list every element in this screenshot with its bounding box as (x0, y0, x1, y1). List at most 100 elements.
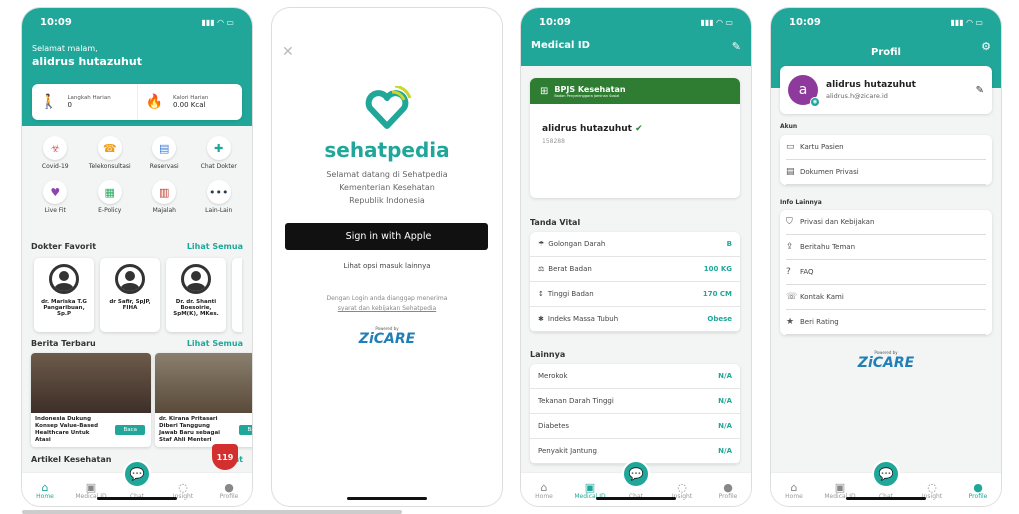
vital-row[interactable]: ⚖ Berat Badan 100 KG (530, 257, 740, 282)
menu-item-beri-rating[interactable]: ★ Beri Rating (786, 310, 986, 335)
read-button[interactable]: Baca (115, 425, 145, 435)
signal-icon: ▮▮▮ ◠ ▭ (201, 17, 235, 27)
vital-value: 170 CM (702, 290, 732, 298)
emergency-119-button[interactable]: 119 (212, 444, 238, 470)
menu-item-lain-lain[interactable]: ••• Lain-Lain (192, 180, 247, 214)
nav-home[interactable]: ⌂ Home (524, 481, 564, 500)
close-icon[interactable]: ✕ (282, 44, 294, 60)
person-icon: ● (723, 481, 733, 494)
edit-pencil-icon[interactable]: ✎ (732, 40, 741, 53)
menu-item-kartu-pasien[interactable]: ▭ Kartu Pasien (786, 135, 986, 160)
calories-stat[interactable]: 🔥 Kalori Harian 0.00 Kcal (138, 84, 243, 120)
login-screen: ✕ sehatpedia Selamat datang di Sehatpedi… (272, 8, 502, 506)
bpjs-subtitle: Badan Penyelenggara Jaminan Sosial (554, 93, 620, 98)
menu-item-chat-dokter[interactable]: ✚ Chat Dokter (192, 136, 247, 170)
nav-profile[interactable]: ● Profile (209, 481, 249, 500)
nav-profile[interactable]: ● Profile (708, 481, 748, 500)
id-card-icon: ▣ (834, 481, 846, 494)
menu-item-covid-19[interactable]: ☣ Covid-19 (28, 136, 83, 170)
vital-row[interactable]: ✱ Indeks Massa Tubuh Obese (530, 307, 740, 332)
doctor-card[interactable]: Dr. dr. Shanti Boesoirie, SpM(K), MKes. (166, 258, 226, 332)
other-label: Penyakit Jantung (538, 447, 597, 455)
zicare-logo: Powered by ZiCARE (272, 326, 502, 347)
vital-icon: ⚖ (538, 265, 545, 273)
bpjs-card[interactable]: ⊞ BPJS Kesehatan Badan Penyelenggara Jami… (530, 78, 740, 198)
news-card[interactable]: dr. Kirana Pritasari Diberi Tanggung Jaw… (155, 353, 252, 447)
doctor-name: Dr. dr. Shanti Boesoirie, SpM(K), MKes. (173, 299, 219, 317)
terms-line-1: Dengan Login anda dianggap menerima (326, 295, 448, 302)
other-row[interactable]: Merokok N/A (530, 364, 740, 389)
see-all-doctors-link[interactable]: Lihat Semua (187, 242, 243, 251)
greeting: Selamat malam, (32, 44, 98, 53)
nav-home[interactable]: ⌂ Home (774, 481, 814, 500)
steps-stat[interactable]: 🚶 Langkah Harian 0 (32, 84, 138, 120)
brand-name: sehatpedia (272, 138, 502, 162)
horizontal-scrollbar[interactable] (22, 510, 402, 514)
profile-name: alidrus hutazuhut (826, 80, 916, 90)
vital-row[interactable]: ☂ Golongan Darah B (530, 232, 740, 257)
status-time: 10:09 (789, 16, 821, 28)
zicare-logo: Powered by ZiCARE (771, 350, 1001, 371)
bulb-icon: ◌ (178, 481, 188, 494)
nav-profile[interactable]: ● Profile (958, 481, 998, 500)
other-row[interactable]: Diabetes N/A (530, 414, 740, 439)
gear-icon[interactable]: ⚙ (981, 40, 991, 53)
other-row[interactable]: Tekanan Darah Tinggi N/A (530, 389, 740, 414)
edit-pencil-icon[interactable]: ✎ (976, 85, 984, 96)
phone-icon: ☏ (786, 292, 798, 302)
doctor-avatar-icon (115, 264, 145, 294)
welcome-text: Selamat datang di Sehatpedia (326, 170, 448, 179)
news-card[interactable]: Indonesia Dukung Konsep Value-Based Heal… (31, 353, 151, 447)
vital-value: B (726, 240, 732, 248)
other-label: Merokok (538, 372, 568, 380)
see-all-news-link[interactable]: Lihat Semua (187, 339, 243, 348)
menu-item-kontak-kami[interactable]: ☏ Kontak Kami (786, 285, 986, 310)
avatar: a ◉ (788, 75, 820, 107)
other-value: N/A (718, 447, 732, 455)
menu-item-dokumen-privasi[interactable]: ▤ Dokumen Privasi (786, 160, 986, 185)
nav-home[interactable]: ⌂ Home (25, 481, 65, 500)
menu-item-faq[interactable]: ? FAQ (786, 260, 986, 285)
menu-item-majalah[interactable]: ▥ Majalah (137, 180, 192, 214)
chat-bubble-icon: 💬 (129, 467, 145, 481)
other-value: N/A (718, 372, 732, 380)
vital-label: ⚖ Berat Badan (538, 265, 592, 273)
menu-item-beritahu-teman[interactable]: ⇪ Beritahu Teman (786, 235, 986, 260)
news-image (31, 353, 151, 413)
walking-icon: 🚶 (40, 94, 58, 110)
menu-item-reservasi[interactable]: ▤ Reservasi (137, 136, 192, 170)
doctor-avatar-icon (49, 264, 79, 294)
id-card-icon: ▣ (85, 481, 97, 494)
doctor-card[interactable]: dr Safir, SpJP, FIHA (100, 258, 160, 332)
ministry-text: Kementerian Kesehatan (339, 183, 435, 192)
profile-card[interactable]: a ◉ alidrus hutazuhut alidrus.h@zicare.id… (780, 66, 992, 114)
account-section-title: Akun (780, 123, 798, 130)
medical-id-screen: 10:09 ▮▮▮ ◠ ▭ Medical ID ✎ ⊞ BPJS Kesehat… (521, 8, 751, 506)
virus-icon: ☣ (43, 136, 68, 160)
terms-link[interactable]: syarat dan kebijakan Sehatpedia (272, 304, 502, 314)
other-label: Diabetes (538, 422, 570, 430)
chat-fab-button[interactable]: 💬 (123, 460, 151, 488)
menu-item-privasi-dan-kebijakan[interactable]: ⛉ Privasi dan Kebijakan (786, 210, 986, 235)
chat-fab-button[interactable]: 💬 (622, 460, 650, 488)
doctor-card[interactable]: dr. Mariska T.G Pangaribuan, Sp.P (34, 258, 94, 332)
sign-in-apple-button[interactable]: Sign in with Apple (285, 223, 488, 250)
menu-item-telekonsultasi[interactable]: ☎ Telekonsultasi (83, 136, 138, 170)
vitals-card: ☂ Golongan Darah B ⚖ Berat Badan 100 KG ↕ Tingg… (530, 232, 740, 332)
doctor-card-partial[interactable] (232, 258, 242, 332)
vital-label-text: Berat Badan (548, 265, 592, 273)
other-login-options-link[interactable]: Lihat opsi masuk lainnya (272, 262, 502, 270)
vital-row[interactable]: ↕ Tinggi Badan 170 CM (530, 282, 740, 307)
chat-fab-button[interactable]: 💬 (872, 460, 900, 488)
bpjs-brand: BPJS Kesehatan (554, 84, 626, 94)
flame-icon: 🔥 (145, 94, 163, 110)
brand-text: sehatpedia (324, 138, 450, 162)
news-list: Indonesia Dukung Konsep Value-Based Heal… (31, 353, 252, 447)
verified-check-icon: ✔ (635, 124, 643, 134)
camera-badge-icon[interactable]: ◉ (810, 97, 820, 107)
read-button[interactable]: Baca (239, 425, 252, 435)
menu-item-live-fit[interactable]: ♥ Live Fit (28, 180, 83, 214)
menu-item-e-policy[interactable]: ▦ E-Policy (83, 180, 138, 214)
vital-label: ↕ Tinggi Badan (538, 290, 594, 298)
nav-home-label: Home (785, 493, 803, 500)
